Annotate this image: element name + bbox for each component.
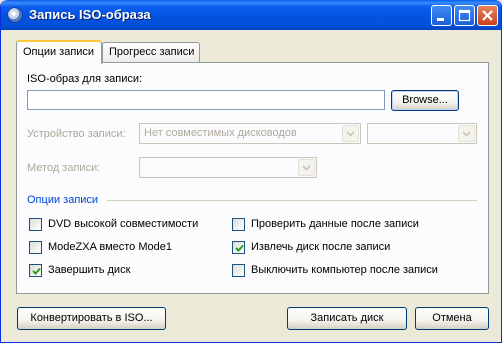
iso-path-input[interactable] bbox=[27, 90, 385, 110]
tab-burn-progress[interactable]: Прогресс записи bbox=[102, 42, 200, 63]
device-select[interactable]: Нет совместимых дисководов bbox=[139, 123, 361, 144]
speed-select[interactable] bbox=[367, 123, 477, 144]
tab-burn-options[interactable]: Опции записи bbox=[16, 40, 102, 64]
method-select[interactable] bbox=[139, 157, 317, 178]
checkbox-dvd-compat[interactable] bbox=[29, 218, 42, 231]
title-bar[interactable]: Запись ISO-образа bbox=[1, 0, 501, 30]
chevron-down-icon bbox=[298, 159, 315, 176]
tab-label: Опции записи bbox=[23, 46, 95, 58]
chevron-down-icon bbox=[458, 125, 475, 142]
app-disc-icon bbox=[7, 7, 23, 23]
checkbox-finalize-disc[interactable] bbox=[29, 264, 42, 277]
checkbox-label: DVD высокой совместимости bbox=[48, 218, 199, 230]
checkbox-shutdown[interactable] bbox=[232, 264, 245, 277]
checkbox-label: Завершить диск bbox=[48, 264, 131, 276]
close-icon bbox=[482, 10, 493, 21]
convert-to-iso-button[interactable]: Конвертировать в ISO... bbox=[17, 307, 166, 330]
maximize-button[interactable] bbox=[454, 5, 475, 26]
minimize-button[interactable] bbox=[431, 5, 452, 26]
options-divider bbox=[107, 200, 477, 201]
tab-label: Прогресс записи bbox=[109, 46, 195, 58]
checkbox-verify-data[interactable] bbox=[232, 218, 245, 231]
checkbox-label: Выключить компьютер после записи bbox=[251, 264, 438, 276]
cancel-button[interactable]: Отмена bbox=[415, 307, 489, 330]
burn-disc-button[interactable]: Записать диск bbox=[287, 307, 407, 330]
checkmark-icon bbox=[32, 267, 41, 275]
minimize-icon bbox=[437, 18, 444, 21]
chevron-down-icon bbox=[342, 125, 359, 142]
options-group-label: Опции записи bbox=[27, 194, 99, 206]
checkmark-icon bbox=[235, 244, 244, 252]
checkbox-label: Проверить данные после записи bbox=[251, 218, 419, 230]
maximize-icon bbox=[458, 9, 471, 22]
checkbox-label: Извлечь диск после записи bbox=[251, 241, 391, 253]
checkbox-eject-disc[interactable] bbox=[232, 241, 245, 254]
iso-label: ISO-образ для записи: bbox=[27, 73, 143, 85]
checkbox-modezxa[interactable] bbox=[29, 241, 42, 254]
method-label: Метод записи: bbox=[27, 162, 101, 174]
checkbox-label: ModeZXA вместо Mode1 bbox=[48, 241, 172, 253]
device-label: Устройство записи: bbox=[27, 128, 126, 140]
iso-burn-window: Запись ISO-образа Опции записи Прогресс … bbox=[0, 0, 502, 343]
browse-button[interactable]: Browse... bbox=[391, 90, 459, 111]
device-selected: Нет совместимых дисководов bbox=[144, 127, 297, 139]
close-button[interactable] bbox=[477, 5, 498, 26]
window-title: Запись ISO-образа bbox=[29, 7, 151, 22]
